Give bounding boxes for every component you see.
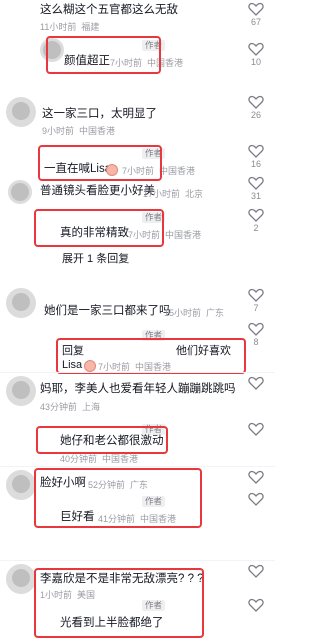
comment-meta: 11小时前 福建: [40, 22, 100, 32]
like-button[interactable]: 7: [245, 288, 267, 313]
highlight-box: [34, 468, 202, 528]
heart-icon: [248, 564, 264, 578]
highlight-box: [56, 338, 246, 374]
heart-icon: [248, 598, 264, 612]
divider: [0, 372, 275, 373]
comment-meta: 43分钟前 上海: [40, 402, 101, 412]
heart-icon: [248, 422, 264, 436]
avatar[interactable]: [8, 180, 32, 204]
like-button[interactable]: [245, 564, 267, 579]
highlight-box: [36, 426, 168, 454]
avatar[interactable]: [6, 97, 36, 127]
comment-text: 她们是一家三口都来了吗: [44, 305, 171, 317]
comment-meta: 9小时前 中国香港: [42, 126, 116, 136]
comment-text: 普通镜头看脸更小好美: [40, 185, 155, 197]
heart-icon: [248, 208, 264, 222]
heart-icon: [248, 42, 264, 56]
like-count: 7: [253, 303, 259, 313]
like-button[interactable]: [245, 470, 267, 485]
like-count: 10: [250, 57, 261, 67]
like-button[interactable]: [245, 492, 267, 507]
comment-meta: 17小时前 北京: [143, 189, 204, 199]
highlight-box: [34, 209, 164, 247]
expand-replies-button[interactable]: 展开 1 条回复: [62, 250, 129, 266]
like-button[interactable]: 10: [245, 42, 267, 67]
like-count: 31: [250, 191, 261, 201]
like-button[interactable]: [245, 376, 267, 391]
heart-icon: [248, 288, 264, 302]
divider: [0, 560, 275, 561]
heart-icon: [248, 2, 264, 16]
like-button[interactable]: 31: [245, 176, 267, 201]
comment-meta: 15小时前 广东: [164, 308, 225, 318]
avatar[interactable]: [6, 564, 36, 594]
avatar[interactable]: [6, 288, 36, 318]
like-count: 8: [253, 337, 259, 347]
like-button[interactable]: [245, 422, 267, 437]
like-button[interactable]: 67: [245, 2, 267, 27]
like-button[interactable]: 16: [245, 144, 267, 169]
highlight-box: [38, 145, 162, 181]
like-button[interactable]: [245, 598, 267, 613]
avatar[interactable]: [6, 470, 36, 500]
heart-icon: [248, 322, 264, 336]
comment-text: 这一家三口，太明显了: [42, 108, 157, 120]
highlight-box: [34, 568, 204, 638]
divider: [0, 466, 275, 467]
heart-icon: [248, 470, 264, 484]
like-count: 67: [250, 17, 261, 27]
highlight-box: [46, 36, 161, 74]
like-count: 26: [250, 110, 261, 120]
comment-text: 妈耶，李美人也爱看年轻人蹦蹦跳跳吗: [40, 383, 236, 395]
avatar[interactable]: [6, 376, 36, 406]
heart-icon: [248, 95, 264, 109]
heart-icon: [248, 144, 264, 158]
heart-icon: [248, 376, 264, 390]
like-count: 2: [253, 223, 259, 233]
like-count: 16: [250, 159, 261, 169]
like-button[interactable]: 2: [245, 208, 267, 233]
like-button[interactable]: 8: [245, 322, 267, 347]
heart-icon: [248, 176, 264, 190]
like-button[interactable]: 26: [245, 95, 267, 120]
heart-icon: [248, 492, 264, 506]
comment-text: 这么糊这个五官都这么无敌: [40, 4, 178, 16]
